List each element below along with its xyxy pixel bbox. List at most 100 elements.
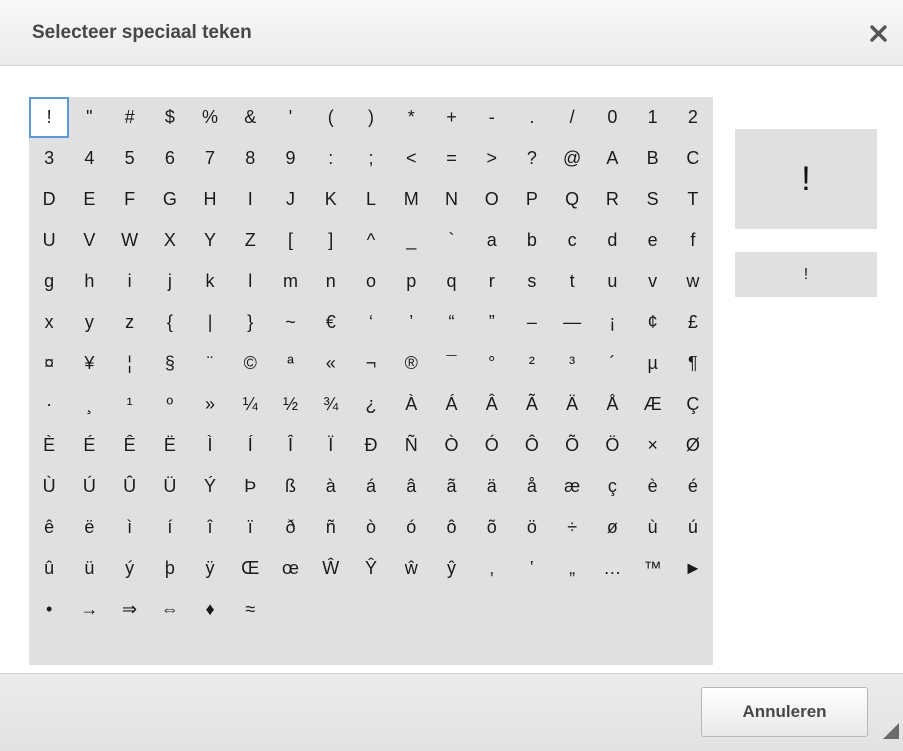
character-cell[interactable]: ♦ — [190, 589, 230, 630]
character-cell[interactable]: ™ — [633, 548, 673, 589]
character-cell[interactable]: I — [230, 179, 270, 220]
character-cell[interactable]: á — [351, 466, 391, 507]
character-cell[interactable]: i — [109, 261, 149, 302]
character-cell[interactable]: Ù — [29, 466, 69, 507]
character-cell[interactable]: ¤ — [29, 343, 69, 384]
character-cell[interactable]: µ — [633, 343, 673, 384]
character-cell[interactable]: ] — [311, 220, 351, 261]
character-cell[interactable]: ô — [431, 507, 471, 548]
character-cell[interactable]: < — [391, 138, 431, 179]
character-cell[interactable]: H — [190, 179, 230, 220]
character-cell[interactable]: ° — [472, 343, 512, 384]
character-cell[interactable]: w — [673, 261, 713, 302]
character-cell[interactable]: Ï — [311, 425, 351, 466]
character-cell[interactable]: • — [29, 589, 69, 630]
character-cell[interactable]: ¨ — [190, 343, 230, 384]
character-cell[interactable]: ì — [109, 507, 149, 548]
character-cell[interactable]: ¸ — [69, 384, 109, 425]
character-cell[interactable]: Ø — [673, 425, 713, 466]
character-cell[interactable]: F — [109, 179, 149, 220]
character-cell[interactable]: 2 — [673, 97, 713, 138]
character-cell[interactable]: ² — [512, 343, 552, 384]
character-cell[interactable]: K — [311, 179, 351, 220]
character-cell[interactable]: Ç — [673, 384, 713, 425]
dialog-titlebar[interactable]: Selecteer speciaal teken — [0, 0, 903, 66]
character-cell[interactable]: 6 — [150, 138, 190, 179]
character-cell[interactable]: b — [512, 220, 552, 261]
character-cell[interactable]: ‘ — [351, 302, 391, 343]
character-cell[interactable]: ´ — [592, 343, 632, 384]
character-cell[interactable]: ® — [391, 343, 431, 384]
character-cell[interactable]: ‛ — [512, 548, 552, 589]
character-cell[interactable]: ª — [270, 343, 310, 384]
character-cell[interactable]: % — [190, 97, 230, 138]
character-cell[interactable]: = — [431, 138, 471, 179]
character-cell[interactable]: T — [673, 179, 713, 220]
character-cell[interactable]: $ — [150, 97, 190, 138]
character-cell[interactable]: â — [391, 466, 431, 507]
character-cell[interactable]: ¥ — [69, 343, 109, 384]
character-cell[interactable]: g — [29, 261, 69, 302]
character-cell[interactable]: – — [512, 302, 552, 343]
character-cell[interactable]: þ — [150, 548, 190, 589]
character-cell[interactable]: n — [311, 261, 351, 302]
cancel-button[interactable]: Annuleren — [701, 687, 868, 737]
character-cell[interactable]: o — [351, 261, 391, 302]
character-cell[interactable]: Ò — [431, 425, 471, 466]
character-cell[interactable]: E — [69, 179, 109, 220]
character-cell[interactable]: r — [472, 261, 512, 302]
character-cell[interactable]: ŵ — [391, 548, 431, 589]
character-cell[interactable]: 5 — [109, 138, 149, 179]
character-cell[interactable]: ¹ — [109, 384, 149, 425]
character-cell[interactable]: Í — [230, 425, 270, 466]
character-cell[interactable]: h — [69, 261, 109, 302]
character-cell[interactable]: é — [673, 466, 713, 507]
character-cell[interactable]: c — [552, 220, 592, 261]
character-cell[interactable]: W — [109, 220, 149, 261]
character-cell[interactable]: ü — [69, 548, 109, 589]
character-cell[interactable]: Å — [592, 384, 632, 425]
character-cell[interactable]: # — [109, 97, 149, 138]
character-cell[interactable]: L — [351, 179, 391, 220]
character-cell[interactable]: Ü — [150, 466, 190, 507]
character-cell[interactable]: N — [431, 179, 471, 220]
character-cell[interactable]: Z — [230, 220, 270, 261]
character-cell[interactable]: È — [29, 425, 69, 466]
character-cell[interactable]: ► — [673, 548, 713, 589]
character-cell[interactable]: 7 — [190, 138, 230, 179]
character-cell[interactable]: R — [592, 179, 632, 220]
character-cell[interactable]: Y — [190, 220, 230, 261]
character-cell[interactable]: } — [230, 302, 270, 343]
character-cell[interactable]: J — [270, 179, 310, 220]
character-cell[interactable]: 4 — [69, 138, 109, 179]
character-cell[interactable]: | — [190, 302, 230, 343]
character-cell[interactable]: & — [230, 97, 270, 138]
character-cell[interactable]: ñ — [311, 507, 351, 548]
character-cell[interactable]: ÿ — [190, 548, 230, 589]
character-cell[interactable]: → — [69, 589, 109, 630]
character-cell[interactable]: õ — [472, 507, 512, 548]
character-cell[interactable]: ä — [472, 466, 512, 507]
character-cell[interactable]: Ê — [109, 425, 149, 466]
resize-grip-icon[interactable] — [880, 720, 900, 740]
character-cell[interactable]: x — [29, 302, 69, 343]
character-cell[interactable]: - — [472, 97, 512, 138]
character-cell[interactable]: / — [552, 97, 592, 138]
character-cell[interactable]: º — [150, 384, 190, 425]
character-cell[interactable]: ‚ — [472, 548, 512, 589]
character-cell[interactable]: Á — [431, 384, 471, 425]
character-cell[interactable]: S — [633, 179, 673, 220]
character-cell[interactable]: æ — [552, 466, 592, 507]
character-cell[interactable]: À — [391, 384, 431, 425]
character-cell[interactable]: ò — [351, 507, 391, 548]
character-cell[interactable]: { — [150, 302, 190, 343]
character-cell[interactable]: Î — [270, 425, 310, 466]
character-cell[interactable]: ( — [311, 97, 351, 138]
character-cell[interactable]: ê — [29, 507, 69, 548]
character-cell[interactable]: ¾ — [311, 384, 351, 425]
character-cell[interactable]: > — [472, 138, 512, 179]
character-cell[interactable]: 8 — [230, 138, 270, 179]
character-cell[interactable]: ¿ — [351, 384, 391, 425]
character-cell[interactable]: ¡ — [592, 302, 632, 343]
character-cell[interactable]: ¬ — [351, 343, 391, 384]
